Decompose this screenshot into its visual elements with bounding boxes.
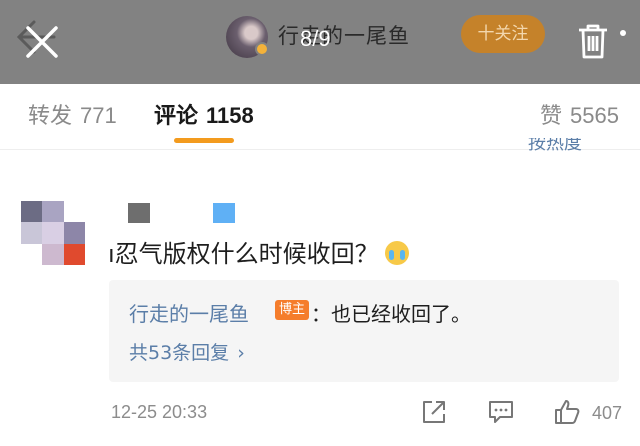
reply-preview[interactable]: 行走的一尾鱼 博主 ：也已经收回了。 共53条回复 › [109, 280, 619, 382]
comment-icon[interactable] [487, 398, 515, 426]
comment-text: ı忍气版权什么时候收回？ [108, 240, 379, 268]
reply-text: ：也已经收回了。 [311, 302, 471, 326]
close-icon[interactable] [22, 22, 62, 62]
tab-label: 转发 [28, 104, 73, 129]
tab-count: 771 [80, 103, 117, 128]
sort-by-hot-link[interactable]: 按热度 [528, 138, 582, 156]
commenter-avatar[interactable] [21, 201, 85, 265]
like-icon[interactable] [553, 398, 581, 426]
comment-body: ı忍气版权什么时候收回？ [108, 234, 409, 269]
tab-label: 赞 [540, 104, 563, 129]
active-tab-indicator [174, 138, 234, 143]
tab-label: 评论 [154, 104, 199, 129]
reply-author[interactable]: 行走的一尾鱼 [129, 298, 249, 327]
view-replies-label: 共53条回复 [129, 342, 230, 364]
user-badge-icon [213, 203, 235, 223]
trash-icon[interactable] [576, 22, 610, 60]
user-badge-icon [128, 203, 150, 223]
tab-count: 1158 [206, 103, 254, 128]
view-replies-link[interactable]: 共53条回复 › [129, 338, 245, 365]
tab-reposts[interactable]: 转发 771 [28, 98, 117, 130]
tab-likes[interactable]: 赞 5565 [540, 98, 619, 130]
share-icon[interactable] [420, 398, 448, 426]
chevron-right-icon: › [237, 342, 245, 364]
follow-button[interactable]: 十关注 [461, 15, 545, 53]
author-name[interactable]: 行走的一尾鱼 [278, 20, 410, 50]
top-bar: 行走的一尾鱼 8/9 十关注 [0, 0, 640, 84]
comment-timestamp: 12-25 20:33 [111, 402, 208, 422]
tab-comments[interactable]: 评论 1158 [154, 98, 254, 130]
sort-label: 按热度 [528, 138, 582, 154]
op-badge: 博主 [275, 300, 310, 320]
crying-face-icon [384, 241, 409, 265]
more-dot-icon[interactable] [620, 30, 626, 36]
like-count: 407 [592, 403, 623, 423]
tab-count: 5565 [570, 103, 619, 128]
page-counter: 8/9 [300, 26, 331, 51]
verified-badge-icon [255, 42, 269, 56]
